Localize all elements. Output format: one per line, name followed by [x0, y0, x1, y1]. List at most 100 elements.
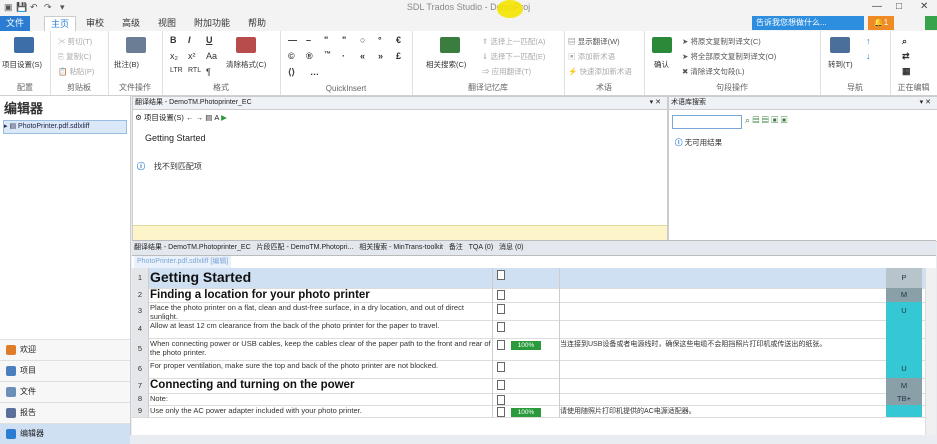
quick-add-term-button[interactable]: ⚡ 快速添加新术语 — [568, 66, 632, 77]
termbase-search-input[interactable] — [672, 115, 742, 129]
quickinsert-quote-icon[interactable]: " — [324, 35, 328, 45]
tab-concordance[interactable]: 相关搜索 - MinTrans-toolkit — [359, 244, 443, 251]
clear-target-button[interactable]: ✖ 清除译文句段(L) — [682, 66, 745, 77]
quickinsert-guillemet2-icon[interactable]: » — [378, 51, 383, 61]
copy-button[interactable]: ⎘ 复制(C) — [58, 51, 92, 62]
text-icon[interactable]: A — [214, 113, 219, 122]
arrow-up-icon[interactable]: ↑ — [866, 36, 871, 46]
pane-pin-icon[interactable]: ▾ ✕ — [650, 97, 661, 109]
segment-target[interactable] — [560, 302, 884, 320]
file-tree-item[interactable]: ▸ ▤ PhotoPrinter.pdf.sdlxliff — [3, 120, 127, 134]
minimize-button[interactable]: — — [872, 1, 882, 12]
notification-badge[interactable]: 🔔1 — [868, 16, 894, 30]
segment-row[interactable]: 1 Getting Started P — [132, 268, 936, 289]
tab-messages[interactable]: 消息 (0) — [499, 244, 524, 251]
show-translation-button[interactable]: ▤ 显示翻译(W) — [568, 36, 620, 47]
project-settings-button[interactable]: 项目设置(S) — [2, 59, 42, 70]
cut-button[interactable]: ✂ 剪切(T) — [58, 36, 92, 47]
quickinsert-tm-icon[interactable]: ™ — [324, 51, 331, 58]
replace-icon[interactable]: ⇄ — [902, 51, 910, 62]
nav-reports[interactable]: 报告 — [0, 402, 130, 423]
pane-pin-icon[interactable]: ▾ ✕ — [920, 97, 931, 109]
add-term-button[interactable]: ▣ 添加新术语 — [568, 51, 615, 62]
arrow-left-icon[interactable]: ← — [186, 113, 194, 122]
quickinsert-dash-icon[interactable]: — — [288, 35, 297, 45]
batch-tasks-button[interactable]: 批注(B) — [114, 59, 139, 70]
next-match-button[interactable]: ⇓ 选择下一匹配(E) — [482, 51, 545, 62]
tab-home[interactable]: 主页 — [44, 16, 76, 32]
settings-icon[interactable]: ⚙ — [135, 113, 142, 122]
quickinsert-nbsp-icon[interactable]: · — [342, 51, 345, 61]
goto-button[interactable]: 转到(T) — [828, 59, 853, 70]
formatting-marks-icon[interactable]: ¶ — [206, 67, 211, 77]
italic-button[interactable]: I — [188, 35, 191, 45]
segment-row[interactable]: 6 For proper ventilation, make sure the t… — [132, 360, 936, 379]
copy-all-source-button[interactable]: ➤ 将全部原文复制到译文(O) — [682, 51, 776, 62]
tm-project-settings[interactable]: 项目设置(S) — [144, 113, 184, 122]
rtl-icon[interactable]: RTL — [188, 67, 201, 74]
account-button[interactable] — [925, 16, 937, 30]
document-tab[interactable]: PhotoPrinter.pdf.sdlxliff [编辑] — [134, 256, 232, 268]
quickinsert-guillemet-icon[interactable]: « — [360, 51, 365, 61]
quickinsert-registered-icon[interactable]: ® — [306, 51, 313, 61]
view-options-icon[interactable]: ▤ — [205, 113, 212, 122]
apply-translation-button[interactable]: ⇒ 应用翻译(T) — [482, 66, 531, 77]
nav-welcome[interactable]: 欢迎 — [0, 339, 130, 360]
tab-translation-results[interactable]: 翻译结果 - DemoTM.Photoprinter_EC — [134, 244, 251, 251]
clear-format-button[interactable]: 清除格式(C) — [226, 59, 266, 70]
confirm-button[interactable]: 确认 — [654, 59, 669, 70]
quickinsert-circle-icon[interactable]: ○ — [360, 35, 365, 45]
nav-projects[interactable]: 项目 — [0, 360, 130, 381]
tab-tqa[interactable]: TQA (0) — [469, 244, 494, 251]
quickinsert-pound-icon[interactable]: £ — [396, 51, 401, 61]
segment-target[interactable] — [560, 288, 884, 302]
segment-target[interactable] — [560, 320, 884, 338]
tab-addins[interactable]: 附加功能 — [190, 16, 234, 31]
quickinsert-tag-icon[interactable]: ⟨⟩ — [288, 67, 295, 78]
small-caps-icon[interactable]: Aa — [206, 51, 217, 61]
superscript-icon[interactable]: x² — [188, 51, 196, 61]
nav-files[interactable]: 文件 — [0, 381, 130, 402]
quickinsert-endash-icon[interactable]: – — [306, 35, 311, 45]
termbase-search-icons[interactable]: ⌕ ▤ ▤ ▣ ▣ — [745, 115, 787, 126]
segment-target[interactable]: 当连接到USB设备或者电源线时，确保这些电缆不会阻挡照片打印机或传送出的纸张。 — [560, 338, 884, 360]
tab-review[interactable]: 审校 — [80, 16, 110, 31]
segment-row[interactable]: 3 Place the photo printer on a flat, clea… — [132, 302, 936, 321]
arrow-right-icon[interactable]: → — [196, 113, 204, 122]
copy-source-button[interactable]: ➤ 将原文复制到译文(C) — [682, 36, 761, 47]
segment-row[interactable]: 5 When connecting power or USB cables, ke… — [132, 338, 936, 361]
quickinsert-copyright-icon[interactable]: © — [288, 51, 295, 61]
segment-row[interactable]: 9 Use only the AC power adapter included … — [132, 405, 936, 418]
tab-file[interactable]: 文件 — [0, 16, 30, 31]
segment-target[interactable] — [560, 378, 884, 393]
arrow-down-icon[interactable]: ↓ — [866, 51, 871, 61]
quickinsert-degree-icon[interactable]: ° — [378, 35, 382, 45]
nav-editor[interactable]: 编辑器 — [0, 423, 130, 444]
segment-row[interactable]: 4 Allow at least 12 cm clearance from the… — [132, 320, 936, 339]
prev-match-button[interactable]: ⇑ 选择上一匹配(A) — [482, 36, 545, 47]
maximize-button[interactable]: □ — [896, 1, 902, 12]
subscript-icon[interactable]: x₂ — [170, 51, 178, 61]
ltr-icon[interactable]: LTR — [170, 67, 183, 74]
select-icon[interactable]: ▦ — [902, 66, 911, 77]
tab-view[interactable]: 视图 — [152, 16, 182, 31]
segment-target[interactable]: 请使用随照片打印机提供的AC电源适配器。 — [560, 405, 884, 417]
segment-target[interactable] — [560, 360, 884, 378]
segment-target[interactable] — [560, 268, 884, 288]
paste-button[interactable]: 📋 粘贴(P) — [58, 66, 94, 77]
next-icon[interactable]: ▶ — [221, 113, 227, 122]
tab-advanced[interactable]: 高级 — [116, 16, 146, 31]
bold-button[interactable]: B — [170, 35, 177, 45]
tab-fragment-matches[interactable]: 片段匹配 - DemoTM.Photopri... — [257, 244, 354, 251]
underline-button[interactable]: U — [206, 35, 213, 45]
tab-help[interactable]: 帮助 — [242, 16, 272, 31]
segment-row[interactable]: 7 Connecting and turning on the power M — [132, 378, 936, 394]
binoculars-icon[interactable]: ⌕ — [902, 36, 907, 47]
quickinsert-ellipsis-icon[interactable]: … — [310, 67, 319, 77]
tell-me-search[interactable]: 告诉我您想做什么... — [752, 16, 864, 30]
concordance-search-button[interactable]: 相关搜索(C) — [426, 59, 466, 70]
editor-scrollbar[interactable] — [925, 268, 936, 435]
quickinsert-quote2-icon[interactable]: " — [342, 35, 346, 45]
quickinsert-euro-icon[interactable]: € — [396, 35, 401, 45]
tab-comments[interactable]: 备注 — [449, 244, 463, 251]
